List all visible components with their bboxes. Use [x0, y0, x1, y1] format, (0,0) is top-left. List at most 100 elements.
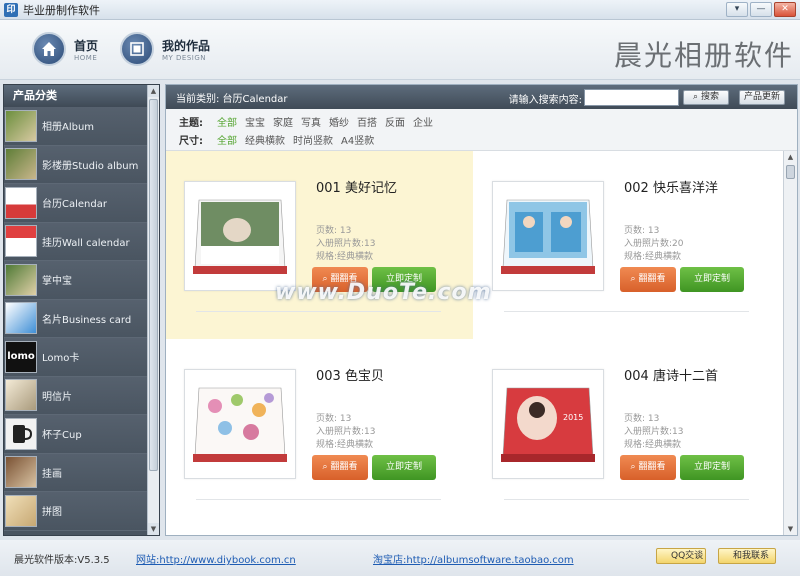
size-filter-fashion-portrait[interactable]: 时尚竖款 — [293, 132, 333, 147]
window-controls: ▾ — ✕ — [726, 2, 796, 17]
category-list: 相册Album 影楼册Studio album 台历Calendar 挂历Wal… — [4, 107, 147, 535]
sidebar-item-album[interactable]: 相册Album — [4, 107, 147, 146]
nav-my-design[interactable]: 我的作品 MY DESIGN — [120, 32, 210, 66]
sidebar-item-lomo-card[interactable]: lomo Lomo卡 — [4, 338, 147, 377]
product-thumbnail[interactable] — [184, 181, 296, 291]
sidebar-scrollbar[interactable]: ▲ ▼ — [147, 85, 159, 535]
calendar-thumb-icon — [5, 186, 37, 219]
sidebar-item-puzzle[interactable]: 拼图 — [4, 492, 147, 531]
theme-filter-wedding[interactable]: 婚纱 — [329, 114, 349, 129]
minimize-button[interactable]: — — [750, 2, 772, 17]
hanging-picture-thumb-icon — [5, 456, 37, 489]
product-pages: 页数: 13 — [624, 226, 660, 236]
palm-book-thumb-icon — [5, 263, 37, 296]
title-bar: 印 毕业册制作软件 ▾ — ✕ — [0, 0, 800, 20]
product-thumbnail[interactable] — [492, 181, 604, 291]
search-button[interactable]: ⌕ 搜索 — [683, 90, 729, 105]
flip-preview-button[interactable]: ⌕ 翻翻看 — [312, 455, 368, 480]
customize-now-button[interactable]: 立即定制 — [680, 267, 744, 292]
taobao-link[interactable]: 淘宝店:http://albumsoftware.taobao.com — [373, 551, 574, 566]
sidebar-item-calendar[interactable]: 台历Calendar — [4, 184, 147, 223]
product-thumbnail[interactable]: 2015 — [492, 369, 604, 479]
sidebar-scroll-thumb[interactable] — [149, 99, 158, 471]
product-spec: 规格:经典横款 — [316, 440, 374, 450]
product-title: 004 唐诗十二首 — [624, 369, 718, 384]
sidebar-item-studio-album[interactable]: 影楼册Studio album — [4, 145, 147, 184]
product-title: 002 快乐喜洋洋 — [624, 181, 718, 196]
home-icon — [32, 32, 66, 66]
card-divider — [196, 499, 441, 500]
theme-filter-label: 主题: — [179, 117, 203, 129]
sidebar-item-wall-calendar[interactable]: 挂历Wall calendar — [4, 222, 147, 261]
product-photo-count: 入册照片数:13 — [316, 427, 376, 437]
size-filter-classic-landscape[interactable]: 经典横款 — [245, 132, 285, 147]
theme-filter-general[interactable]: 百搭 — [357, 114, 377, 129]
main-scrollbar[interactable]: ▲ ▼ — [783, 151, 797, 535]
main-scroll-thumb[interactable] — [786, 165, 795, 179]
app-header: 首页 HOME 我的作品 MY DESIGN 晨光相册软件 — [0, 20, 800, 80]
product-card[interactable]: 001 美好记忆 页数: 13 入册照片数:13 规格:经典横款 ⌕ 翻翻看 立… — [166, 151, 473, 339]
search-icon: ⌕ — [693, 92, 699, 102]
customize-now-button[interactable]: 立即定制 — [680, 455, 744, 480]
nav-home[interactable]: 首页 HOME — [32, 32, 98, 66]
customize-now-button[interactable]: 立即定制 — [372, 455, 436, 480]
sidebar-item-business-card[interactable]: 名片Business card — [4, 299, 147, 338]
size-filter-all[interactable]: 全部 — [217, 132, 237, 147]
sidebar-item-label: 挂历Wall calendar — [42, 237, 130, 249]
search-input[interactable] — [584, 89, 679, 106]
size-filter-label: 尺寸: — [179, 135, 203, 147]
theme-filter-baby[interactable]: 宝宝 — [245, 114, 265, 129]
scroll-up-icon[interactable]: ▲ — [148, 85, 159, 97]
close-button[interactable]: ✕ — [774, 2, 796, 17]
theme-filter-business[interactable]: 企业 — [413, 114, 433, 129]
size-filter-a4-portrait[interactable]: A4竖款 — [341, 132, 374, 147]
theme-filter-row: 主题: 全部 宝宝 家庭 写真 婚纱 百搭 反面 企业 — [179, 112, 797, 130]
sidebar-item-label: 挂画 — [42, 468, 62, 480]
sidebar-item-label: 掌中宝 — [42, 276, 72, 288]
postcard-thumb-icon — [5, 379, 37, 412]
product-pages: 页数: 13 — [624, 414, 660, 424]
scroll-down-icon[interactable]: ▼ — [148, 523, 159, 535]
lomo-thumb-icon: lomo — [5, 340, 37, 373]
thumbnail-year: 2015 — [563, 413, 583, 422]
card-divider — [196, 311, 441, 312]
sidebar-item-label: 名片Business card — [42, 314, 132, 326]
product-card[interactable]: 003 色宝贝 页数: 13 入册照片数:13 规格:经典横款 ⌕ 翻翻看 立即… — [166, 339, 473, 527]
nav-home-label: 首页 — [74, 38, 99, 53]
flip-preview-button[interactable]: ⌕ 翻翻看 — [620, 267, 676, 292]
main-panel: 当前类别: 台历Calendar 请输入搜索内容: ⌕ 搜索 产品更新 主题: … — [165, 84, 798, 536]
theme-filter-back[interactable]: 反面 — [385, 114, 405, 129]
business-card-thumb-icon — [5, 302, 37, 335]
flip-preview-label: 翻翻看 — [638, 462, 666, 472]
product-card[interactable]: 2015 004 唐诗十二首 页数: 13 入册照片数:13 规格:经典横款 ⌕… — [474, 339, 781, 527]
product-update-button[interactable]: 产品更新 — [739, 90, 785, 105]
sidebar-item-label: 影楼册Studio album — [42, 160, 139, 172]
sidebar-item-palm-book[interactable]: 掌中宝 — [4, 261, 147, 300]
scroll-down-icon[interactable]: ▼ — [784, 523, 797, 535]
product-spec: 规格:经典横款 — [624, 252, 682, 262]
puzzle-thumb-icon — [5, 494, 37, 527]
sidebar-item-cup[interactable]: 杯子Cup — [4, 415, 147, 454]
website-link[interactable]: 网站:http://www.diybook.com.cn — [136, 551, 296, 566]
sidebar-item-postcard[interactable]: 明信片 — [4, 376, 147, 415]
menu-dropdown-button[interactable]: ▾ — [726, 2, 748, 17]
qq-chat-button[interactable]: QQ交谈 — [656, 548, 706, 564]
theme-filter-portrait[interactable]: 写真 — [301, 114, 321, 129]
contact-button[interactable]: 和我联系 — [718, 548, 776, 564]
product-grid: 001 美好记忆 页数: 13 入册照片数:13 规格:经典横款 ⌕ 翻翻看 立… — [166, 151, 782, 535]
brand-logo-text: 晨光相册软件 — [613, 39, 794, 72]
category-sidebar: 产品分类 相册Album 影楼册Studio album 台历Calendar … — [3, 84, 160, 536]
card-divider — [504, 311, 749, 312]
theme-filter-family[interactable]: 家庭 — [273, 114, 293, 129]
theme-filter-all[interactable]: 全部 — [217, 114, 237, 129]
window-title: 毕业册制作软件 — [23, 3, 100, 17]
product-photo-count: 入册照片数:20 — [624, 239, 684, 249]
product-info: 页数: 13 入册照片数:13 规格:经典横款 — [316, 413, 376, 452]
scroll-up-icon[interactable]: ▲ — [784, 151, 797, 163]
version-text: 晨光软件版本:V5.3.5 — [14, 555, 110, 566]
sidebar-item-hanging-picture[interactable]: 挂画 — [4, 453, 147, 492]
flip-preview-button[interactable]: ⌕ 翻翻看 — [620, 455, 676, 480]
product-card[interactable]: 002 快乐喜洋洋 页数: 13 入册照片数:20 规格:经典横款 ⌕ 翻翻看 … — [474, 151, 781, 339]
flip-preview-label: 翻翻看 — [638, 274, 666, 284]
product-thumbnail[interactable] — [184, 369, 296, 479]
